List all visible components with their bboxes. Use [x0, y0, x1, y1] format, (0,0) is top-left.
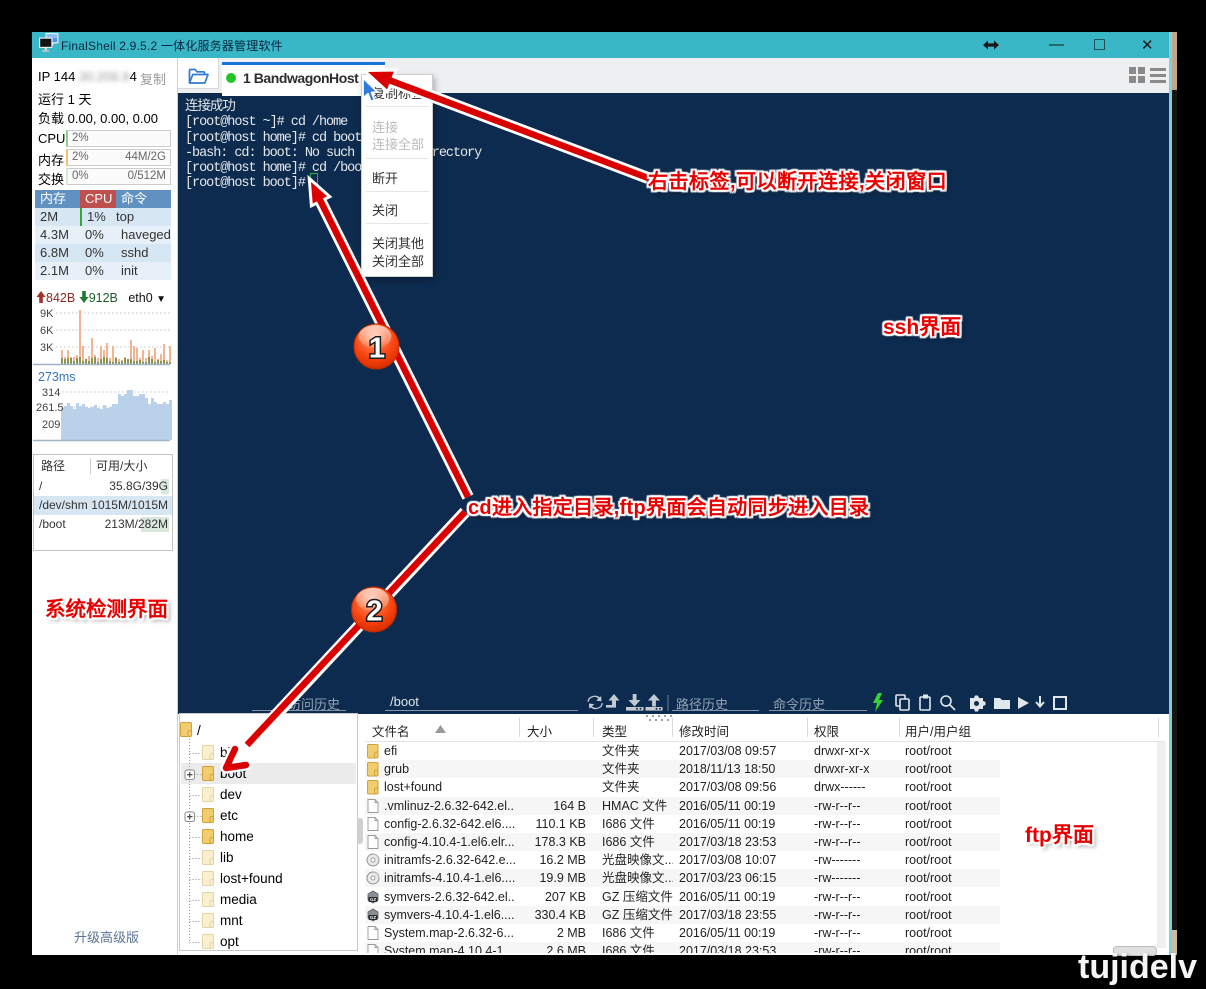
svg-text:3K: 3K	[40, 342, 54, 354]
svg-text:GZ: GZ	[370, 915, 377, 920]
svg-text:314: 314	[42, 387, 60, 399]
svg-text:6K: 6K	[40, 325, 54, 337]
svg-text:209: 209	[42, 419, 60, 431]
svg-text:261.5: 261.5	[36, 402, 64, 414]
svg-text:9K: 9K	[40, 308, 54, 320]
svg-text:GZ: GZ	[370, 897, 377, 902]
